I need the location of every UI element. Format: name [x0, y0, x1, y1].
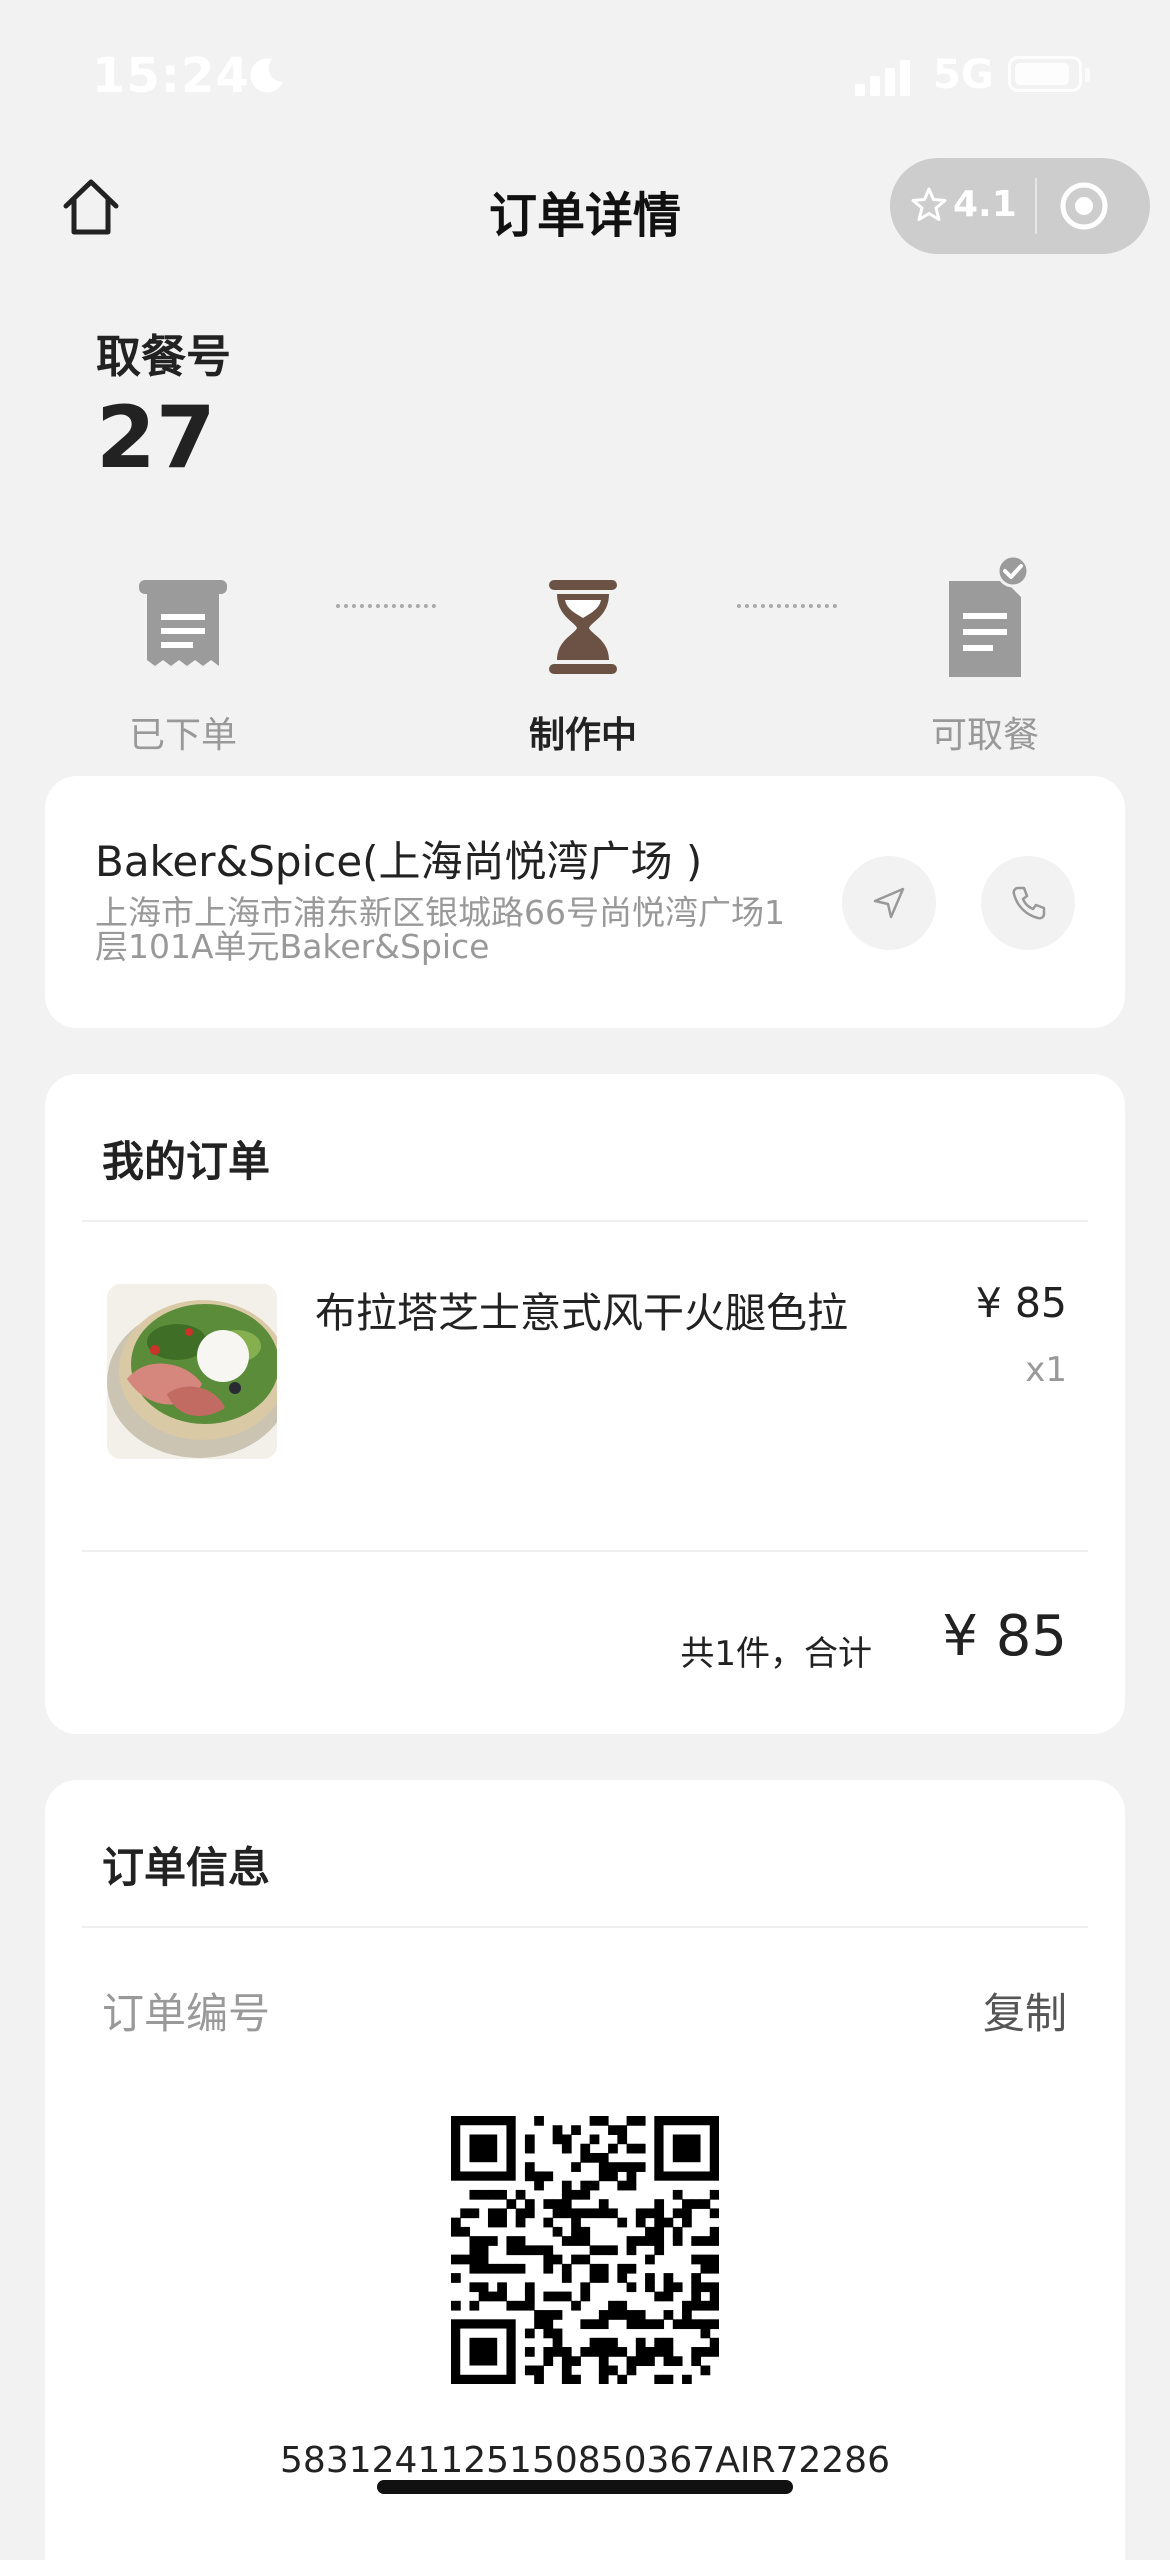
order-summary: 共1件，合计 ¥ 85	[467, 1604, 1067, 1674]
step-label: 制作中	[528, 715, 637, 756]
progress-connector	[336, 604, 436, 612]
signal-icon	[855, 60, 915, 96]
phone-icon	[1012, 886, 1046, 920]
order-number-label: 订单编号	[102, 1989, 271, 2038]
item-price: ¥ 85	[975, 1279, 1067, 1327]
battery-tip	[1085, 68, 1090, 82]
divider	[82, 1550, 1088, 1552]
step-label: 已下单	[128, 715, 237, 756]
qr-code-icon[interactable]	[451, 2116, 719, 2384]
target-icon[interactable]	[1058, 180, 1110, 232]
store-name: Baker&Spice(上海尚悦湾广场 )	[95, 837, 703, 886]
progress-step-ready: 可取餐	[885, 555, 1085, 758]
moon-icon	[250, 58, 283, 93]
summary-label: 共1件，合计	[680, 1634, 872, 1674]
section-title: 我的订单	[102, 1137, 271, 1186]
rating-value[interactable]: 4.1	[953, 184, 1017, 225]
store-card: Baker&Spice(上海尚悦湾广场 ) 上海市上海市浦东新区银城路66号尚悦…	[45, 776, 1125, 1028]
progress-step-ordered: 已下单	[83, 578, 283, 758]
home-indicator	[377, 2480, 793, 2494]
item-quantity: x1	[1025, 1350, 1067, 1390]
capsule-divider	[1035, 178, 1037, 234]
pickup-ready-icon	[949, 555, 1030, 677]
food-image	[107, 1284, 277, 1459]
my-order-card: 我的订单 布拉塔芝士意式风干火腿色拉 ¥ 85 x1 共1件，合计 ¥ 85	[45, 1074, 1125, 1734]
call-button[interactable]	[981, 856, 1075, 950]
summary-total: ¥ 85	[942, 1604, 1067, 1669]
star-icon[interactable]	[910, 186, 948, 224]
status-time: 15:24	[92, 48, 250, 104]
copy-button[interactable]: 复制	[983, 1980, 1067, 2041]
order-number: 58312411251508503​67AIR72286	[280, 2440, 890, 2481]
receipt-icon	[139, 580, 227, 666]
network-type: 5G	[933, 52, 994, 98]
item-name: 布拉塔芝士意式风干火腿色拉	[315, 1289, 848, 1337]
pickup-label: 取餐号	[96, 330, 232, 383]
navigate-button[interactable]	[842, 856, 936, 950]
section-title: 订单信息	[102, 1843, 271, 1892]
progress-connector	[737, 604, 837, 612]
hourglass-icon	[549, 580, 617, 674]
navigation-arrow-icon	[873, 887, 905, 919]
progress-step-preparing: 制作中	[483, 578, 683, 758]
battery-icon	[1008, 56, 1082, 92]
store-address: 上海市上海市浦东新区银城路66号尚悦湾广场1层101A单元Baker&Spice	[95, 893, 785, 966]
order-info-card: 订单信息 订单编号 复制 58312411251508503​67AIR7228…	[45, 1780, 1125, 2560]
divider	[82, 1220, 1088, 1222]
divider	[82, 1926, 1088, 1928]
step-label: 可取餐	[930, 715, 1039, 756]
pickup-number: 27	[96, 388, 216, 488]
